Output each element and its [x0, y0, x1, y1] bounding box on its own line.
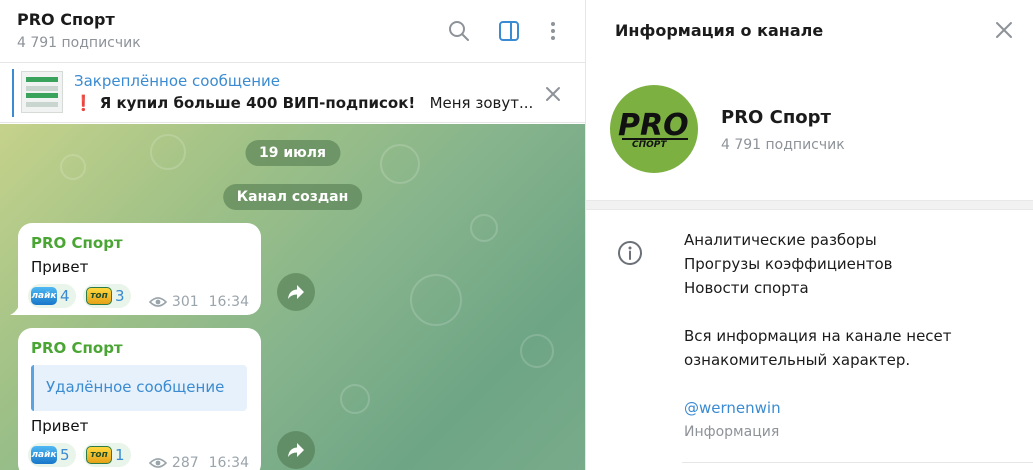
chat-title[interactable]: PRO Спорт — [17, 10, 115, 29]
quote-text: Удалённое сообщение — [46, 378, 225, 396]
channel-avatar[interactable]: PRO СПОРТ — [610, 85, 698, 173]
reaction-count: 4 — [60, 287, 70, 305]
pinned-preview: ❗ Я купил больше 400 ВИП-подписок! Меня з… — [74, 94, 533, 112]
info-pane-title: Информация о канале — [615, 21, 824, 40]
reaction-like[interactable]: лайк 5 — [28, 443, 76, 467]
logo-text: PRO — [618, 108, 689, 143]
background-doodle — [520, 334, 554, 368]
reaction-count: 5 — [60, 446, 70, 464]
background-doodle — [410, 274, 462, 326]
section-divider — [586, 200, 1033, 210]
like-sticker-icon: лайк — [31, 287, 57, 305]
description-line: Новости спорта — [684, 279, 809, 297]
pinned-indicator — [12, 69, 14, 117]
reaction-count: 1 — [115, 446, 125, 464]
pinned-title: Закреплённое сообщение — [74, 72, 281, 90]
service-message-channel-created: Канал создан — [222, 184, 363, 210]
share-arrow-icon — [288, 443, 304, 457]
description-line: Вся информация на канале несет — [684, 327, 952, 345]
message-bubble[interactable]: PRO Спорт Удалённое сообщение Привет лай… — [18, 328, 261, 470]
description-line: Прогрузы коэффициентов — [684, 255, 893, 273]
message-text: Привет — [31, 258, 89, 276]
divider — [682, 462, 1033, 463]
background-doodle — [340, 384, 370, 414]
background-doodle — [470, 214, 498, 242]
close-icon[interactable] — [995, 21, 1013, 39]
message-meta: 301 16:34 — [148, 294, 249, 310]
top-sticker-icon: топ — [86, 446, 112, 464]
message-author[interactable]: PRO Спорт — [31, 339, 123, 357]
channel-name: PRO Спорт — [721, 107, 831, 128]
background-doodle — [380, 144, 420, 184]
eye-icon — [148, 458, 167, 468]
eye-icon — [148, 297, 167, 307]
logo-subtext: СПОРТ — [632, 140, 667, 150]
message-text: Привет — [31, 417, 89, 435]
channel-info-pane: Информация о канале PRO СПОРТ PRO Спорт … — [585, 0, 1033, 470]
forward-button[interactable] — [277, 273, 315, 311]
message-author[interactable]: PRO Спорт — [31, 234, 123, 252]
chat-header[interactable]: PRO Спорт 4 791 подписчик — [0, 0, 585, 63]
like-sticker-icon: лайк — [31, 446, 57, 464]
chat-pane: PRO Спорт 4 791 подписчик Закреплённое с… — [0, 0, 585, 470]
background-doodle — [60, 154, 86, 180]
pinned-thumbnail — [21, 71, 63, 113]
pinned-preview-bold: Я купил больше 400 ВИП-подписок! — [99, 94, 416, 112]
view-count: 301 — [171, 294, 199, 310]
pinned-message-bar[interactable]: Закреплённое сообщение ❗ Я купил больше 4… — [0, 63, 585, 123]
description-line: ознакомительный характер. — [684, 351, 911, 369]
close-icon[interactable] — [545, 86, 561, 102]
share-arrow-icon — [288, 285, 304, 299]
forward-button[interactable] — [277, 431, 315, 469]
reaction-top[interactable]: топ 1 — [83, 443, 131, 467]
quote-bar — [31, 365, 34, 411]
channel-subscriber-count: 4 791 подписчик — [721, 137, 845, 153]
sidebar-toggle-icon[interactable] — [496, 18, 522, 44]
background-doodle — [150, 134, 186, 170]
bubble-tail — [10, 303, 20, 315]
description-line: Аналитические разборы — [684, 231, 877, 249]
reaction-like[interactable]: лайк 4 — [28, 284, 76, 308]
reaction-top[interactable]: топ 3 — [83, 284, 131, 308]
description-label: Информация — [684, 424, 780, 440]
message-bubble[interactable]: PRO Спорт Привет лайк 4 топ 3 301 16:34 — [10, 223, 261, 315]
search-icon[interactable] — [446, 18, 472, 44]
exclamation-icon: ❗ — [74, 94, 93, 112]
date-separator: 19 июля — [244, 140, 341, 166]
pro-sport-logo: PRO СПОРТ — [618, 108, 689, 150]
reaction-count: 3 — [115, 287, 125, 305]
top-sticker-icon: топ — [86, 287, 112, 305]
pinned-preview-rest: Меня зовут... — [429, 94, 534, 112]
chat-background: 19 июля Канал создан PRO Спорт Привет ла… — [0, 124, 585, 470]
more-vertical-icon[interactable] — [540, 18, 566, 44]
view-count: 287 — [171, 455, 199, 470]
message-time: 16:34 — [208, 294, 249, 310]
info-circle-icon — [617, 240, 643, 266]
message-time: 16:34 — [208, 455, 249, 470]
chat-subscriber-count: 4 791 подписчик — [17, 35, 141, 51]
channel-username-link[interactable]: @wernenwin — [684, 399, 781, 417]
reply-quote[interactable]: Удалённое сообщение — [31, 365, 247, 411]
message-meta: 287 16:34 — [148, 455, 249, 470]
